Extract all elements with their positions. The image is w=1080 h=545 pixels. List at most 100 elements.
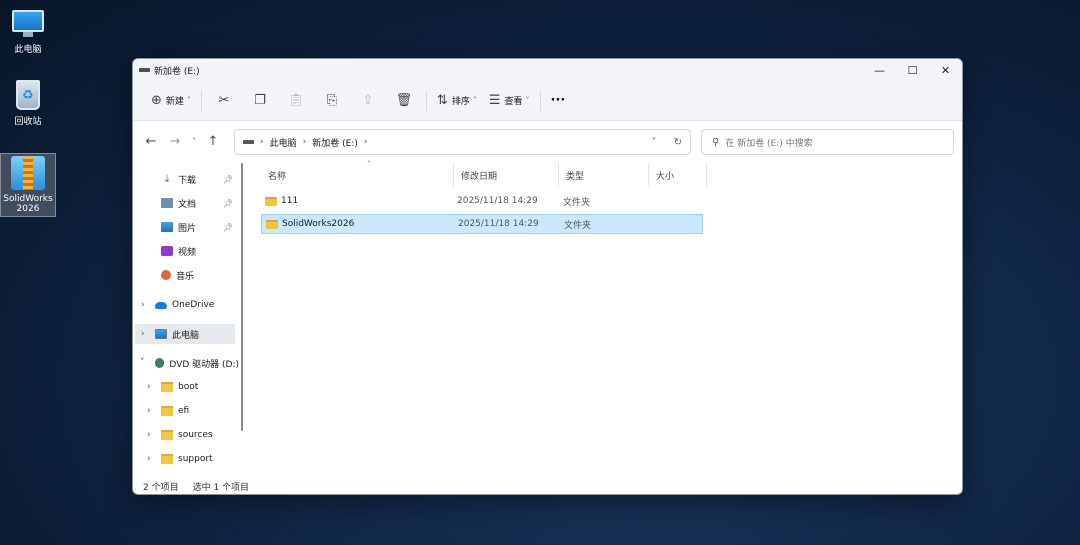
copy-icon: ❐ <box>254 93 266 108</box>
navigation-pane: ⤓ 下载 📌︎ 文档 📌︎ 图片 📌︎ 视频 音乐 › OneDrive › 此… <box>133 163 245 479</box>
copy-button[interactable]: ❐ <box>242 88 278 114</box>
sidebar-item-this-pc[interactable]: › 此电脑 <box>135 324 235 344</box>
cloud-icon <box>155 301 167 309</box>
sidebar-item-label: boot <box>178 382 199 392</box>
sort-button[interactable]: ⇅ 排序 ˅ <box>431 88 483 114</box>
sidebar-item-sources[interactable]: › sources <box>145 425 239 445</box>
sidebar-item-boot[interactable]: › boot <box>145 377 239 397</box>
sidebar-item-music[interactable]: 音乐 <box>161 265 241 285</box>
sidebar-item-documents[interactable]: 文档 📌︎ <box>161 193 241 213</box>
breadcrumb-this-pc[interactable]: 此电脑 <box>270 136 297 149</box>
column-header-size[interactable]: 大小 <box>649 163 707 187</box>
pin-icon[interactable]: 📌︎ <box>223 223 233 232</box>
sidebar-item-label: DVD 驱动器 (D:) <box>169 359 239 370</box>
recent-locations-button[interactable]: ˅ <box>187 137 201 146</box>
more-options-button[interactable]: ··· <box>545 88 572 114</box>
column-header-date[interactable]: 修改日期 <box>454 163 559 187</box>
file-list: 名称 ˄ 修改日期 类型 大小 111 2025/11/18 14:29 文件夹… <box>249 160 962 478</box>
file-explorer-window: 新加卷 (E:) — ☐ ✕ ⊕ 新建 ˅ ✂ ❐ 📋︎ ⎘ ⇪ 🗑︎ ⇅ 排序… <box>132 58 963 495</box>
column-header-row: 名称 ˄ 修改日期 类型 大小 <box>249 160 962 187</box>
breadcrumb-separator: › <box>363 137 368 147</box>
sidebar-item-onedrive[interactable]: › OneDrive <box>135 295 239 315</box>
download-icon: ⤓ <box>164 172 170 185</box>
recycle-bin-icon <box>16 80 40 110</box>
cut-button[interactable]: ✂ <box>206 88 242 114</box>
pictures-icon <box>161 222 173 232</box>
document-icon <box>161 198 173 208</box>
share-button[interactable]: ⇪ <box>350 88 386 114</box>
paste-button[interactable]: 📋︎ <box>278 88 314 114</box>
chevron-right-icon[interactable]: › <box>147 382 151 392</box>
chevron-down-icon: ˅ <box>472 96 477 105</box>
folder-icon <box>161 406 173 416</box>
back-button[interactable]: ← <box>139 134 163 149</box>
breadcrumb-volume-e[interactable]: 新加卷 (E:) <box>312 136 358 149</box>
drive-icon <box>139 68 150 72</box>
title-bar[interactable]: 新加卷 (E:) — ☐ ✕ <box>133 59 962 81</box>
up-button[interactable]: ↑ <box>201 134 225 149</box>
command-bar: ⊕ 新建 ˅ ✂ ❐ 📋︎ ⎘ ⇪ 🗑︎ ⇅ 排序 ˅ ☰ 查看 ˅ ··· <box>133 81 962 121</box>
sidebar-scrollbar[interactable] <box>241 163 243 431</box>
file-row[interactable]: SolidWorks2026 2025/11/18 14:29 文件夹 <box>261 214 703 234</box>
chevron-right-icon[interactable]: › <box>147 454 151 464</box>
selected-count: 选中 1 个项目 <box>192 482 250 493</box>
toolbar-divider <box>539 90 541 111</box>
chevron-right-icon[interactable]: › <box>147 406 151 416</box>
pin-icon[interactable]: 📌︎ <box>223 199 233 208</box>
delete-button[interactable]: 🗑︎ <box>386 88 422 114</box>
view-label: 查看 <box>504 97 523 107</box>
video-icon <box>161 246 173 256</box>
search-icon: ⚲ <box>712 136 720 148</box>
refresh-button[interactable]: ↻ <box>666 137 690 148</box>
folder-icon <box>161 382 173 392</box>
file-date: 2025/11/18 14:29 <box>458 219 539 229</box>
chevron-right-icon[interactable]: › <box>147 430 151 440</box>
pin-icon[interactable]: 📌︎ <box>223 175 233 184</box>
forward-button[interactable]: → <box>163 134 187 149</box>
sort-icon: ⇅ <box>436 93 448 108</box>
sidebar-item-pictures[interactable]: 图片 📌︎ <box>161 217 241 237</box>
desktop-icon-solidworks-archive[interactable]: SolidWorks 2026 <box>0 153 56 217</box>
drive-icon <box>243 140 254 144</box>
desktop-icon-label: 此电脑 <box>14 45 42 55</box>
toolbar-divider <box>200 90 202 111</box>
sidebar-item-label: OneDrive <box>172 300 215 310</box>
paste-icon: 📋︎ <box>287 93 305 108</box>
view-button[interactable]: ☰ 查看 ˅ <box>483 88 536 114</box>
minimize-button[interactable]: — <box>863 59 896 81</box>
rename-button[interactable]: ⎘ <box>314 88 350 114</box>
toolbar-divider <box>425 90 427 111</box>
monitor-icon <box>12 10 44 38</box>
maximize-button[interactable]: ☐ <box>896 59 929 81</box>
sidebar-item-videos[interactable]: 视频 <box>161 241 241 261</box>
chevron-down-icon[interactable]: ˅ <box>140 358 145 368</box>
file-row[interactable]: 111 2025/11/18 14:29 文件夹 <box>261 191 703 211</box>
search-box[interactable]: ⚲ 在 新加卷 (E:) 中搜索 <box>701 129 954 155</box>
sidebar-item-label: 下载 <box>178 175 197 186</box>
chevron-right-icon[interactable]: › <box>141 300 145 310</box>
column-header-name[interactable]: 名称 ˄ <box>261 160 454 187</box>
sidebar-item-label: 图片 <box>178 223 197 234</box>
desktop-icon-label: 回收站 <box>14 117 42 127</box>
status-bar: 2 个项目 选中 1 个项目 <box>133 478 962 494</box>
desktop-icon-this-pc[interactable]: 此电脑 <box>0 6 56 55</box>
sidebar-item-efi[interactable]: › efi <box>145 401 239 421</box>
sidebar-item-downloads[interactable]: ⤓ 下载 📌︎ <box>161 169 241 189</box>
desktop-icon-recycle-bin[interactable]: 回收站 <box>0 80 56 127</box>
share-icon: ⇪ <box>362 93 374 108</box>
address-bar[interactable]: › 此电脑 › 新加卷 (E:) › ˅ ↻ <box>234 129 691 155</box>
scissors-icon: ✂ <box>218 93 230 108</box>
address-dropdown-button[interactable]: ˅ <box>642 137 666 148</box>
sidebar-item-label: 音乐 <box>176 271 195 282</box>
sidebar-item-support[interactable]: › support <box>145 449 239 469</box>
chevron-right-icon[interactable]: › <box>141 329 145 339</box>
folder-icon <box>266 219 278 229</box>
computer-icon <box>155 329 167 339</box>
sidebar-item-label: support <box>178 454 213 464</box>
file-type: 文件夹 <box>564 220 592 231</box>
desktop-icon-label: SolidWorks <box>3 194 53 204</box>
new-button[interactable]: ⊕ 新建 ˅ <box>145 88 197 114</box>
column-header-type[interactable]: 类型 <box>559 163 649 187</box>
sidebar-item-dvd-drive[interactable]: ˅ DVD 驱动器 (D:) <box>135 353 239 373</box>
close-button[interactable]: ✕ <box>929 59 962 81</box>
